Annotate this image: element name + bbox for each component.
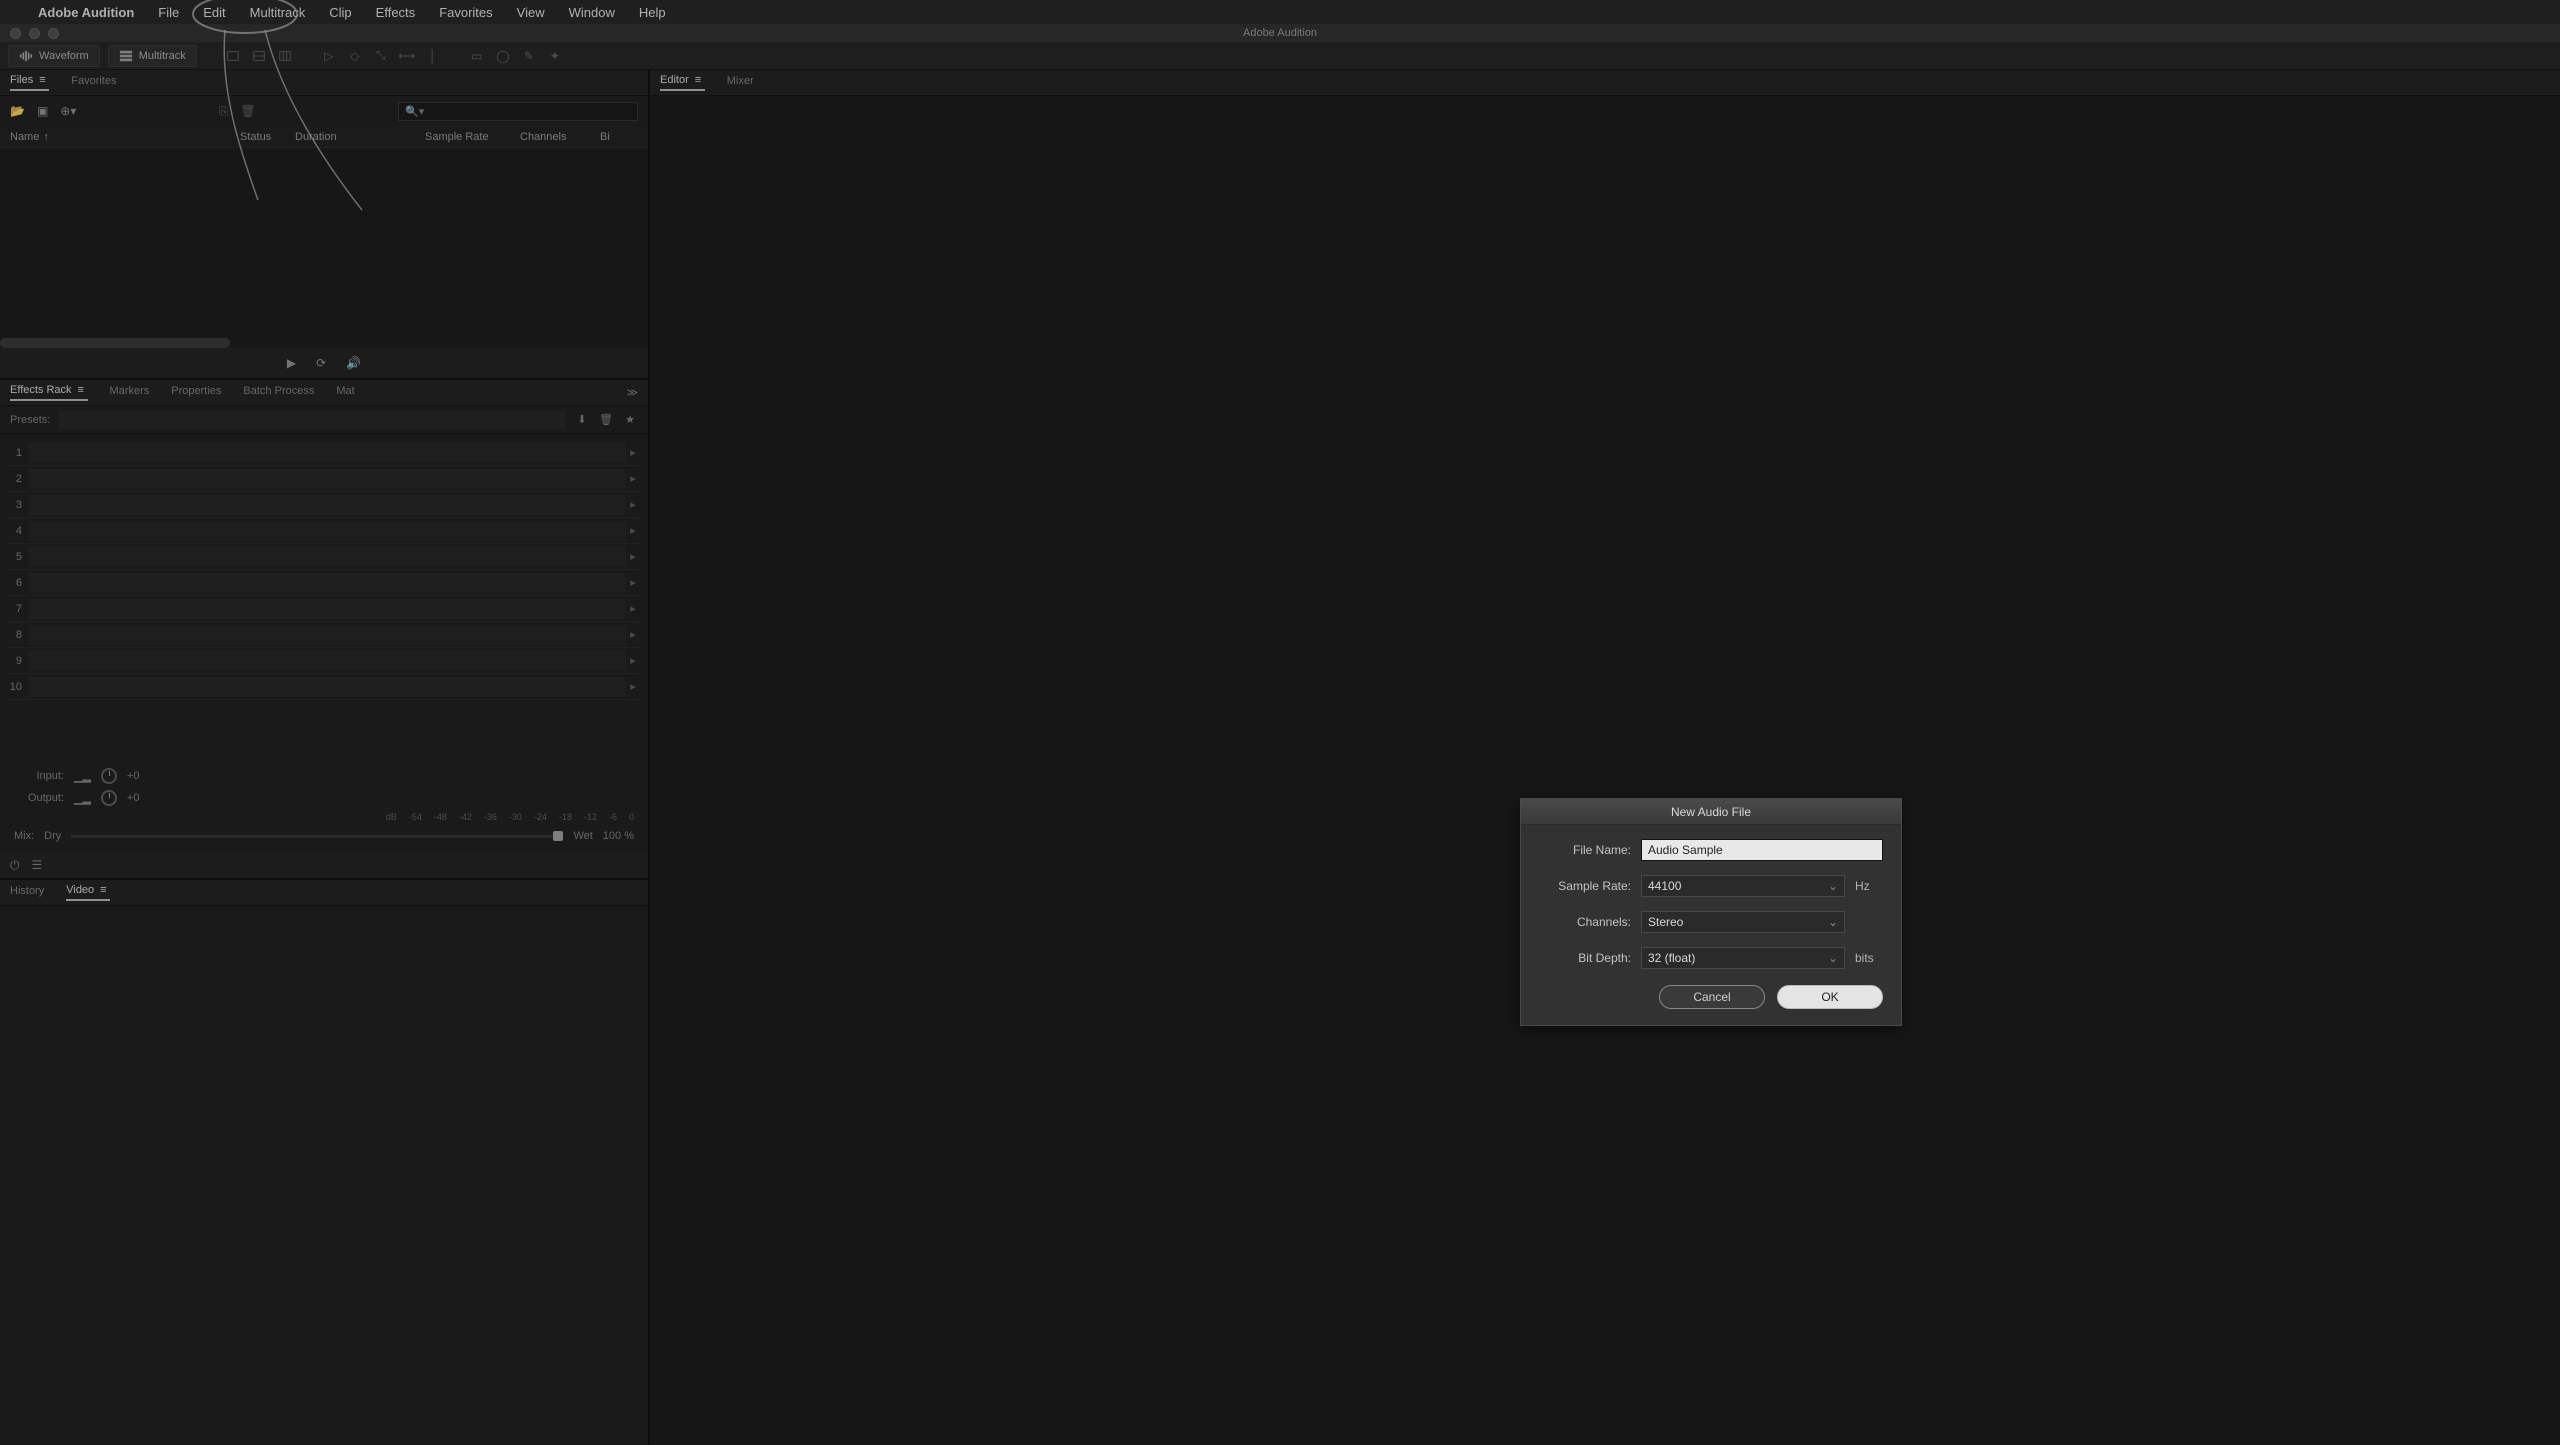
modal-dimmer [0, 0, 2560, 1445]
chevron-down-icon: ⌄ [1828, 951, 1838, 965]
cancel-button[interactable]: Cancel [1659, 985, 1765, 1009]
chevron-down-icon: ⌄ [1828, 879, 1838, 893]
new-audio-file-dialog: New Audio File File Name: Sample Rate: 4… [1520, 798, 1902, 1026]
channels-value: Stereo [1648, 915, 1683, 929]
ok-button[interactable]: OK [1777, 985, 1883, 1009]
bitdepth-value: 32 (float) [1648, 951, 1695, 965]
channels-select[interactable]: Stereo ⌄ [1641, 911, 1845, 933]
samplerate-unit: Hz [1855, 879, 1883, 893]
chevron-down-icon: ⌄ [1828, 915, 1838, 929]
bitdepth-unit: bits [1855, 951, 1883, 965]
bitdepth-select[interactable]: 32 (float) ⌄ [1641, 947, 1845, 969]
samplerate-select[interactable]: 44100 ⌄ [1641, 875, 1845, 897]
channels-label: Channels: [1539, 915, 1631, 929]
samplerate-label: Sample Rate: [1539, 879, 1631, 893]
dialog-title: New Audio File [1521, 799, 1901, 825]
bitdepth-label: Bit Depth: [1539, 951, 1631, 965]
filename-input[interactable] [1641, 839, 1883, 861]
samplerate-value: 44100 [1648, 879, 1681, 893]
filename-label: File Name: [1539, 843, 1631, 857]
